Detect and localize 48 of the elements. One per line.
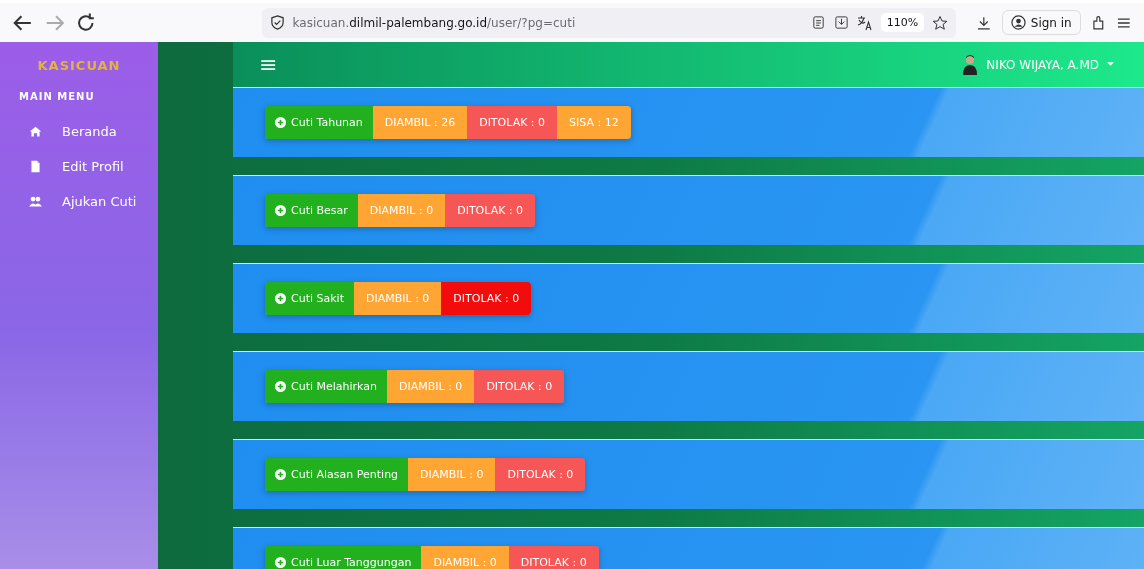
url-text: kasicuan.dilmil-palembang.go.id/user/?pg=cuti xyxy=(292,15,577,30)
count-badge: DIAMBIL : 0 xyxy=(387,370,475,403)
count-badge: DITOLAK : 0 xyxy=(508,546,599,569)
count-badge: DITOLAK : 0 xyxy=(467,106,558,139)
count-badge: DITOLAK : 0 xyxy=(441,282,532,315)
sidebar-item[interactable]: Edit Profil xyxy=(0,149,158,184)
plus-circle-icon xyxy=(275,117,286,128)
count-badge: DITOLAK : 0 xyxy=(495,458,586,491)
plus-circle-icon xyxy=(275,469,286,480)
count-badge: DIAMBIL : 0 xyxy=(421,546,509,569)
save-page-icon[interactable] xyxy=(833,15,849,30)
plus-circle-icon xyxy=(275,557,286,568)
leave-type-button[interactable]: Cuti Sakit xyxy=(265,282,354,315)
leave-type-button[interactable]: Cuti Tahunan xyxy=(265,106,373,139)
leave-type-button[interactable]: Cuti Alasan Penting xyxy=(265,458,409,491)
download-icon[interactable] xyxy=(976,14,992,31)
leave-type-button[interactable]: Cuti Luar Tanggungan xyxy=(265,546,422,569)
address-bar[interactable]: kasicuan.dilmil-palembang.go.id/user/?pg=cuti 110% xyxy=(261,7,957,38)
section-heading: MAIN MENU xyxy=(18,91,96,104)
users-icon xyxy=(29,195,42,208)
leave-type-button[interactable]: Cuti Melahirkan xyxy=(265,370,387,403)
zoom-level[interactable]: 110% xyxy=(880,13,925,32)
user-avatar-icon[interactable] xyxy=(962,53,979,76)
home-icon xyxy=(29,125,42,138)
count-badge: DIAMBIL : 0 xyxy=(408,458,496,491)
count-badge: DIAMBIL : 26 xyxy=(372,106,468,139)
count-badge: SISA : 12 xyxy=(557,106,631,139)
plus-circle-icon xyxy=(275,293,286,304)
count-badge: DITOLAK : 0 xyxy=(445,194,536,227)
plus-circle-icon xyxy=(275,381,286,392)
account-icon xyxy=(1010,15,1026,30)
translate-icon[interactable] xyxy=(856,14,873,31)
sign-in-button[interactable]: Sign in xyxy=(1001,10,1081,35)
menu-toggle[interactable]: ≡ xyxy=(259,52,278,77)
reader-view-icon[interactable] xyxy=(810,15,826,30)
document-icon xyxy=(29,160,42,173)
sidebar-item[interactable]: Ajukan Cuti xyxy=(0,184,158,219)
reload-icon[interactable] xyxy=(75,11,97,34)
user-name[interactable]: NIKO WIJAYA, A.MD xyxy=(986,57,1099,72)
count-badge: DITOLAK : 0 xyxy=(474,370,565,403)
star-icon[interactable] xyxy=(932,14,949,31)
plus-circle-icon xyxy=(275,205,286,216)
count-badge: DIAMBIL : 0 xyxy=(354,282,442,315)
leave-type-button[interactable]: Cuti Besar xyxy=(265,194,358,227)
shield-icon xyxy=(269,15,285,30)
brand-logo[interactable]: KASICUAN xyxy=(0,42,158,91)
sidebar-item[interactable]: Beranda xyxy=(0,114,158,149)
count-badge: DIAMBIL : 0 xyxy=(357,194,446,227)
